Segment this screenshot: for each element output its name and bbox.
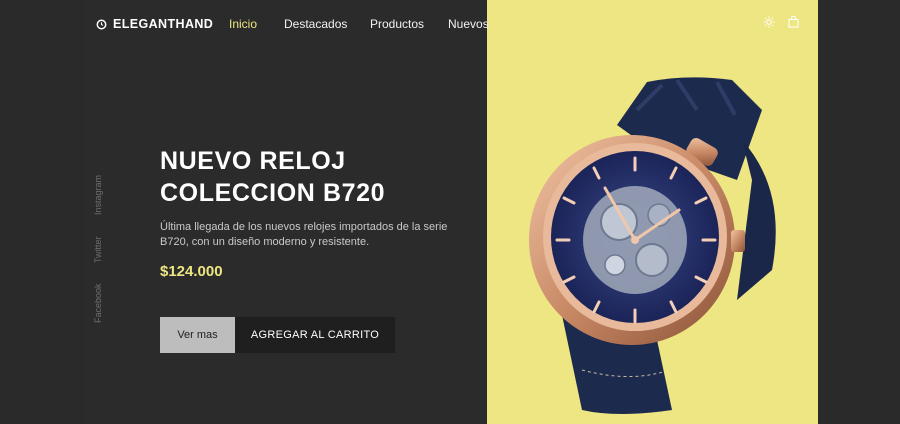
hero-title: NUEVO RELOJ COLECCION B720	[160, 145, 480, 209]
nav-item-nuevos[interactable]: Nuevos	[448, 17, 489, 31]
header-actions	[763, 16, 799, 28]
product-price: $124.000	[160, 263, 223, 280]
wristwatch-image	[529, 77, 776, 414]
nav-item-inicio[interactable]: Inicio	[229, 17, 257, 31]
page-margin-right	[818, 0, 900, 424]
hero-title-line2: COLECCION B720	[160, 179, 386, 207]
page-margin-left	[0, 0, 84, 424]
brand-logo[interactable]: ELEGANTHAND	[96, 17, 213, 31]
ver-mas-button[interactable]: Ver mas	[160, 317, 235, 353]
nav-item-destacados[interactable]: Destacados	[284, 17, 347, 31]
nav-item-productos[interactable]: Productos	[370, 17, 424, 31]
social-links: Instagram Twitter Facebook	[93, 175, 113, 330]
hero-dark-panel	[84, 0, 487, 424]
brand-name: ELEGANTHAND	[113, 17, 214, 31]
add-to-cart-button[interactable]: AGREGAR AL CARRITO	[235, 317, 395, 353]
theme-toggle-icon[interactable]	[763, 16, 775, 28]
shopping-bag-icon[interactable]	[788, 16, 799, 28]
social-link-instagram[interactable]: Instagram	[93, 175, 103, 215]
social-link-twitter[interactable]: Twitter	[93, 236, 103, 263]
watch-logo-icon	[96, 19, 107, 29]
hero-title-line1: NUEVO RELOJ	[160, 147, 346, 175]
hero-description: Última llegada de los nuevos relojes imp…	[160, 221, 448, 248]
social-link-facebook[interactable]: Facebook	[93, 283, 103, 323]
